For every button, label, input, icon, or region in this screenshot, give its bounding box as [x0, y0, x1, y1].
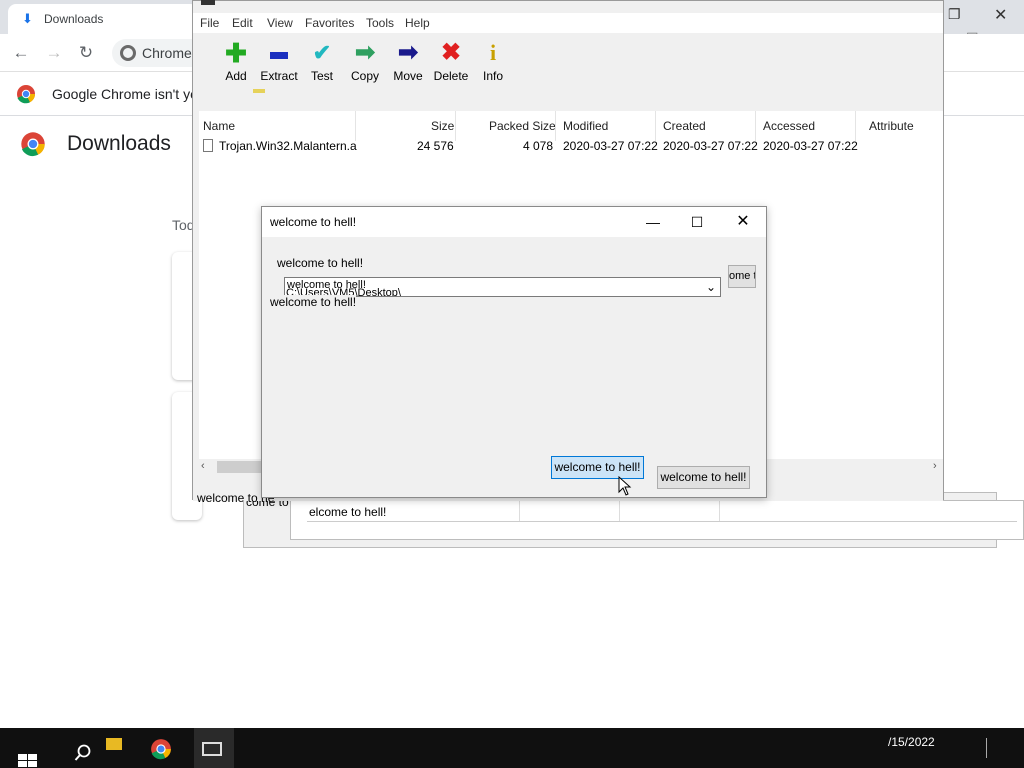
column-header-modified[interactable]: Modified	[563, 119, 608, 133]
toolbar: ✚ Add Extract ✔ Test ➡ Copy ➡ Move ✖ Del…	[193, 33, 943, 89]
popup-window: elcome to hell!	[290, 500, 1024, 540]
omnibox-text: Chrome	[142, 45, 192, 61]
delete-label: Delete	[433, 69, 469, 83]
column-divider	[719, 501, 720, 521]
windows-start-icon[interactable]	[18, 754, 38, 768]
arrow-right-icon: ➡	[354, 39, 376, 66]
file-icon	[203, 139, 213, 152]
scroll-left-icon[interactable]: ‹	[201, 460, 205, 472]
sevenzip-taskbar-button[interactable]	[194, 728, 234, 768]
cell-created: 2020-03-27 07:22	[663, 139, 758, 153]
cancel-button[interactable]: welcome to hell!	[657, 466, 750, 489]
chrome-logo-icon	[21, 132, 45, 157]
search-icon[interactable]	[74, 744, 92, 762]
minimize-icon[interactable]: —	[642, 213, 664, 231]
minus-icon	[257, 41, 301, 65]
column-header-attribute[interactable]: Attribute	[869, 119, 914, 133]
chrome-tab-downloads[interactable]: ⬇ Downloads	[8, 4, 198, 34]
scroll-right-icon[interactable]: ›	[933, 460, 937, 472]
overlap-label: welcome to hell!	[270, 295, 357, 309]
column-divider	[655, 111, 656, 141]
column-divider	[455, 111, 456, 141]
back-icon[interactable]: ←	[10, 42, 32, 64]
forward-icon[interactable]: →	[43, 42, 65, 64]
chrome-logo-icon	[17, 85, 36, 104]
menu-bar: File Edit View Favorites Tools Help	[193, 13, 943, 33]
column-header-created[interactable]: Created	[663, 119, 706, 133]
dialog-label: welcome to hell!	[277, 256, 364, 270]
copy-button[interactable]: ➡ Copy	[343, 39, 387, 84]
cell-accessed: 2020-03-27 07:22	[763, 139, 858, 153]
column-divider	[855, 111, 856, 141]
app-icon	[201, 0, 215, 5]
maximize-icon[interactable]: ☐	[686, 213, 708, 231]
chrome-tab-title: Downloads	[44, 12, 104, 26]
welcome-dialog: welcome to hell! — ☐ ✕ welcome to hell! …	[261, 206, 767, 498]
menu-favorites[interactable]: Favorites	[305, 16, 354, 30]
address-bar[interactable]	[199, 89, 943, 109]
menu-view[interactable]: View	[267, 16, 293, 30]
info-icon: i	[489, 40, 497, 65]
arrow-right-icon: ➡	[397, 39, 419, 66]
reload-icon[interactable]: ↻	[75, 42, 97, 64]
move-label: Move	[393, 69, 423, 83]
page-title: Downloads	[67, 132, 171, 155]
column-header-packed[interactable]: Packed Size	[489, 119, 556, 133]
file-explorer-icon[interactable]	[106, 738, 122, 750]
info-button[interactable]: i Info	[471, 40, 515, 84]
mouse-cursor-icon	[618, 476, 632, 496]
x-icon: ✖	[440, 39, 462, 66]
extract-label: Extract	[260, 69, 298, 83]
cell-modified: 2020-03-27 07:22	[563, 139, 658, 153]
move-button[interactable]: ➡ Move	[386, 39, 430, 84]
show-desktop-button[interactable]	[986, 738, 987, 758]
column-divider	[755, 111, 756, 141]
column-divider	[555, 111, 556, 141]
copy-label: Copy	[350, 69, 379, 83]
chrome-icon	[120, 45, 136, 61]
cell-name: Trojan.Win32.Malantern.a	[219, 139, 357, 153]
sevenzip-icon	[202, 742, 222, 756]
column-header-accessed[interactable]: Accessed	[763, 119, 815, 133]
dialog-titlebar: welcome to hell! — ☐ ✕	[262, 207, 766, 237]
column-divider	[355, 111, 356, 141]
column-header-name[interactable]: Name	[203, 119, 235, 133]
test-button[interactable]: ✔ Test	[300, 40, 344, 84]
column-divider	[619, 501, 620, 521]
add-label: Add	[225, 69, 247, 83]
folder-icon	[253, 89, 265, 93]
info-label: Info	[482, 69, 503, 83]
menu-file[interactable]: File	[200, 16, 219, 30]
add-button[interactable]: ✚ Add	[214, 38, 258, 83]
menu-edit[interactable]: Edit	[232, 16, 253, 30]
chevron-down-icon[interactable]: ⌄	[706, 280, 716, 294]
taskbar: /15/2022	[0, 728, 1024, 768]
restore-icon[interactable]: ❐	[948, 6, 961, 23]
close-icon[interactable]: ✕	[732, 213, 754, 231]
dialog-title: welcome to hell!	[270, 215, 357, 229]
download-icon: ⬇	[22, 11, 33, 26]
menu-tools[interactable]: Tools	[366, 16, 394, 30]
popup-text: elcome to hell!	[309, 505, 387, 519]
delete-button[interactable]: ✖ Delete	[429, 39, 473, 84]
chrome-taskbar-icon[interactable]	[150, 738, 172, 760]
column-header-size[interactable]: Size	[431, 119, 454, 133]
check-icon: ✔	[312, 40, 332, 65]
path-combobox[interactable]: welcome to hell! C:\Users\VM5\Desktop\ ⌄	[284, 277, 721, 297]
divider	[307, 521, 1017, 522]
infobar-text: Google Chrome isn't you	[52, 86, 206, 102]
extract-button[interactable]: Extract	[257, 41, 301, 83]
browse-button[interactable]: ome to	[728, 265, 756, 288]
test-label: Test	[310, 69, 333, 83]
cell-size: 24 576	[417, 139, 454, 153]
menu-help[interactable]: Help	[405, 16, 430, 30]
cell-packed: 4 078	[523, 139, 554, 153]
column-divider	[519, 501, 520, 521]
close-icon[interactable]: ✕	[994, 5, 1007, 25]
taskbar-date: /15/2022	[888, 735, 935, 749]
plus-icon: ✚	[225, 38, 247, 68]
